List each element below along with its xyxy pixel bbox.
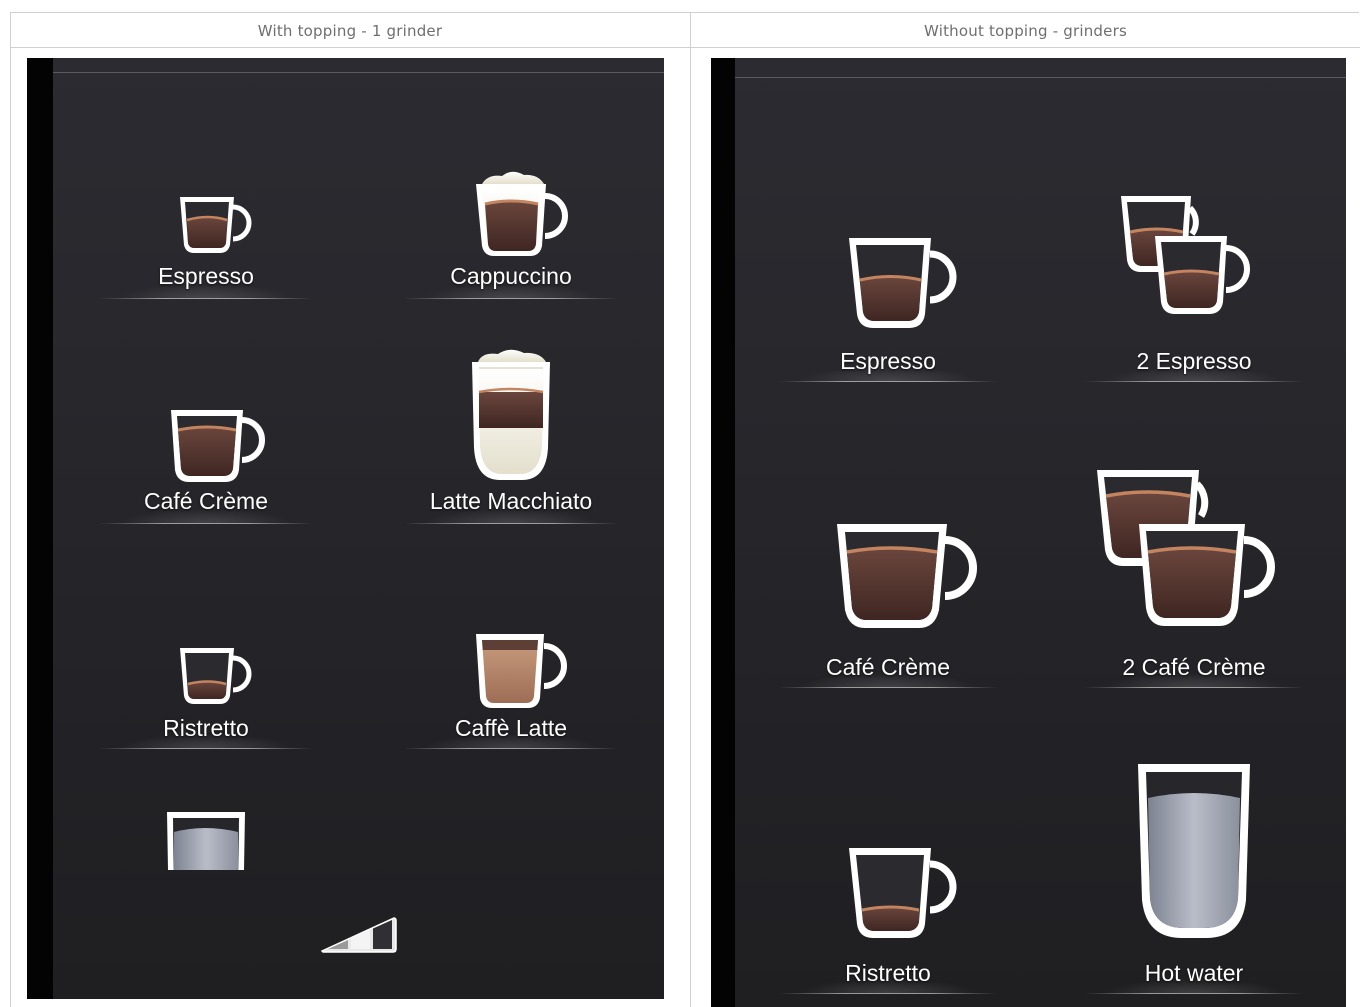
drink-tile-ristretto[interactable]: Ristretto [99, 636, 313, 754]
tile-underline [1085, 993, 1303, 994]
cappuccino-cup-icon [476, 171, 568, 256]
tile-underline [1085, 687, 1303, 688]
hot-water-glass-icon [167, 812, 245, 870]
tile-underline [404, 298, 618, 299]
drink-tile-ristretto[interactable]: Ristretto [779, 838, 997, 998]
drink-label: Café Crème [826, 654, 950, 680]
drink-tile-hot-water[interactable]: Hot water [1085, 758, 1303, 998]
drink-label: 2 Café Crème [1122, 654, 1266, 680]
espresso-cup-icon [180, 197, 252, 253]
caffe-latte-cup-icon [476, 634, 567, 708]
hot-water-glass-icon [1138, 764, 1250, 938]
tile-underline [1085, 381, 1303, 382]
drink-label: Cappuccino [450, 263, 572, 289]
tile-underline [404, 748, 618, 749]
drink-tile-cafe-creme[interactable]: Café Crème [99, 398, 313, 528]
drink-label: Espresso [840, 348, 936, 374]
drink-label: 2 Espresso [1136, 348, 1252, 374]
drink-tile-espresso[interactable]: Espresso [99, 183, 313, 303]
drink-label: Caffè Latte [454, 715, 568, 741]
drink-tile-caffe-latte[interactable]: Caffè Latte [404, 628, 618, 754]
ristretto-cup-icon [180, 648, 252, 704]
coffee-machine-screen-left: Espresso Cappuccino Café Crème Latte Mac… [27, 58, 664, 999]
tile-underline [779, 993, 997, 994]
drink-tile-cafe-creme[interactable]: Café Crème [779, 516, 997, 692]
tile-underline [99, 523, 313, 524]
drink-label: Latte Macchiato [429, 488, 593, 514]
drink-tile-hot-water[interactable] [99, 810, 313, 870]
drink-tile-espresso[interactable]: Espresso [779, 228, 997, 386]
screen-edge [711, 58, 735, 1007]
drink-tile-cappuccino[interactable]: Cappuccino [404, 168, 618, 303]
espresso-cup-icon [849, 238, 957, 328]
drink-tile-2-cafe-creme[interactable]: 2 Café Crème [1085, 464, 1303, 692]
cafe-creme-cup-icon [837, 524, 977, 628]
drink-label: Café Crème [144, 488, 268, 514]
tile-underline [779, 687, 997, 688]
cafe-creme-cup-icon [171, 410, 265, 482]
screen-top-line [735, 77, 1346, 78]
tile-underline [779, 381, 997, 382]
screen-edge [27, 58, 53, 999]
tile-underline [404, 523, 618, 524]
header-divider [10, 47, 1360, 48]
double-cafe-creme-cup-icon [1097, 470, 1275, 626]
tile-underline [99, 748, 313, 749]
coffee-machine-screen-right: Espresso 2 Espresso Café Crème 2 Café Cr… [711, 58, 1346, 1007]
latte-macchiato-glass-icon [472, 349, 550, 480]
ristretto-cup-icon [849, 848, 957, 938]
drink-tile-latte-macchiato[interactable]: Latte Macchiato [404, 348, 618, 528]
column-divider [690, 12, 691, 1007]
drink-label: Hot water [1144, 960, 1244, 986]
volume-level-icon[interactable] [320, 916, 398, 954]
drink-label: Ristretto [163, 715, 249, 741]
screen-top-line [53, 72, 664, 73]
drink-label: Espresso [158, 263, 254, 289]
column-header-right: Without topping - grinders [924, 22, 1127, 40]
double-espresso-cup-icon [1121, 196, 1250, 314]
column-header-left: With topping - 1 grinder [257, 22, 443, 40]
drink-tile-2-espresso[interactable]: 2 Espresso [1085, 188, 1303, 386]
drink-label: Ristretto [845, 960, 931, 986]
tile-underline [99, 298, 313, 299]
